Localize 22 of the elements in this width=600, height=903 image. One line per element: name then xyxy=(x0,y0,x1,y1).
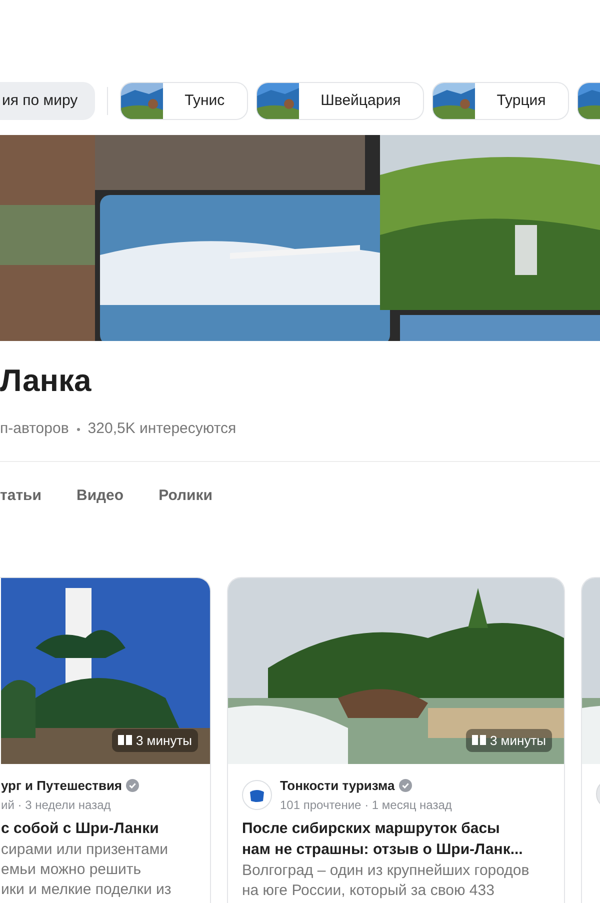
section-tab[interactable]: татьи xyxy=(0,484,42,507)
article-card[interactable]: 3 минуты Тонкости туризма 101 прочтение · 1 месяц назад После сибирских маршруток басы нам не страшны: отзыв о Шри-Ланк... Волгоград – один из крупнейших городов на юге России, который за свою 433 xyxy=(227,577,565,903)
author-name[interactable]: ург и Путешествия xyxy=(1,776,122,796)
article-description: сирами или призентами емьи можно решить ики и мелкие поделки из xyxy=(1,840,172,900)
authors-count: п-авторов xyxy=(0,419,69,439)
section-tab[interactable]: Ролики xyxy=(158,484,212,507)
article-meta: 101 прочтение · 1 месяц назад xyxy=(280,796,452,814)
article-title[interactable]: с собой с Шри-Ланки xyxy=(1,818,180,838)
read-time: 3 минуты xyxy=(490,732,546,750)
topic-chip[interactable]: Турция xyxy=(432,82,569,120)
read-time: 3 минуты xyxy=(136,732,192,750)
topic-chip[interactable]: ия по миру xyxy=(0,82,95,120)
article-description: Волгоград – один из крупнейших городов на юге России, который за свою 433 xyxy=(242,860,530,900)
article-title[interactable]: После сибирских маршруток басы нам не страшны: отзыв о Шри-Ланк... xyxy=(242,818,524,860)
section-tab[interactable]: Видео xyxy=(76,484,124,507)
topic-chip[interactable]: Швейцария xyxy=(256,82,424,120)
author-name[interactable]: Тонкости туризма xyxy=(280,776,395,796)
interested-count: 320,5K интересуются xyxy=(88,419,236,439)
topic-chip[interactable]: Тунис xyxy=(120,82,248,120)
page-title: Ланка xyxy=(0,362,92,400)
article-card[interactable]: 3 минуты ург и Путешествия ий · 3 недели назад с собой с Шри-Ланки сирами или призентами емьи можно решить ики и мелкие поделки из xyxy=(0,577,211,903)
article-meta: ий · 3 недели назад xyxy=(1,796,112,814)
